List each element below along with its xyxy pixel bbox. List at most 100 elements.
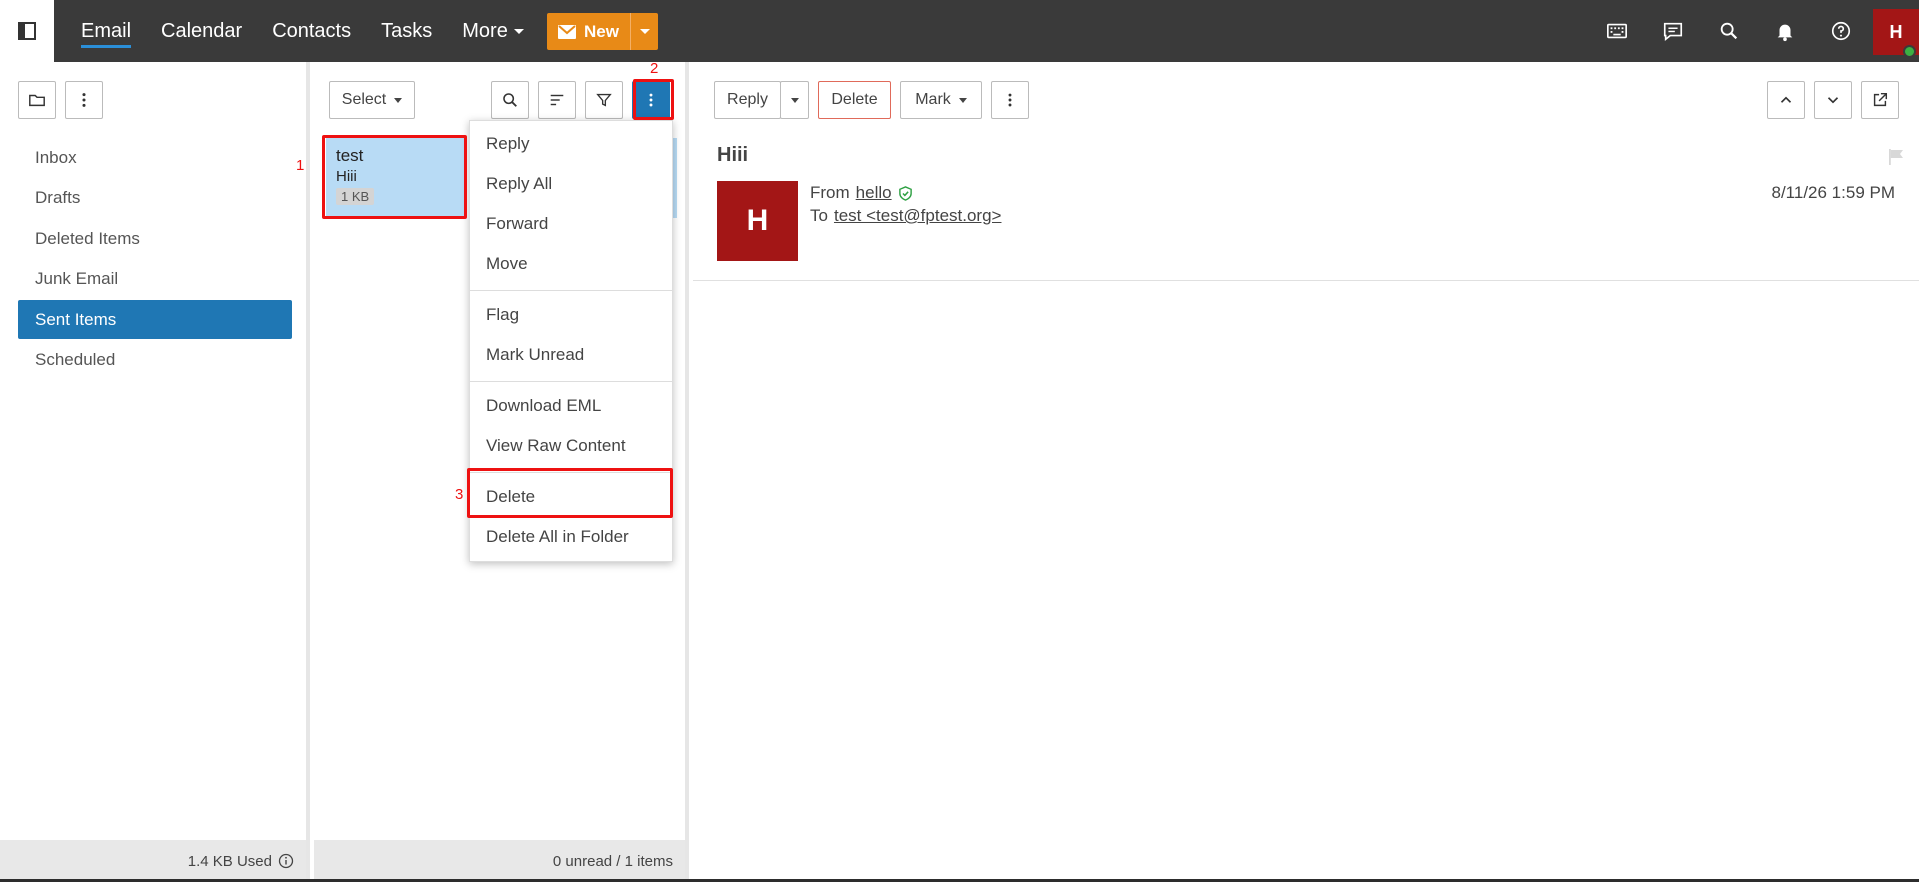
folder-item-drafts[interactable]: Drafts xyxy=(18,179,292,218)
menu-divider xyxy=(470,381,672,382)
envelope-icon xyxy=(558,24,577,39)
help-icon xyxy=(1831,21,1851,41)
chat-button[interactable] xyxy=(1645,0,1701,62)
search-button[interactable] xyxy=(1701,0,1757,62)
menu-divider xyxy=(470,290,672,291)
reading-pane: Reply Delete Mark Hiii H From hello To t… xyxy=(693,62,1919,882)
menu-item-reply-all[interactable]: Reply All xyxy=(486,174,552,194)
previous-message-button[interactable] xyxy=(1767,81,1805,119)
filter-button[interactable] xyxy=(585,81,623,119)
sidebar-toggle-button[interactable] xyxy=(0,0,54,62)
external-link-icon xyxy=(1873,92,1888,107)
delete-button-label: Delete xyxy=(831,91,878,108)
flag-icon[interactable] xyxy=(1887,148,1905,166)
search-icon xyxy=(1720,22,1738,40)
notifications-button[interactable] xyxy=(1757,0,1813,62)
menu-item-delete-all-in-folder[interactable]: Delete All in Folder xyxy=(486,527,629,547)
storage-used-label: 1.4 KB Used xyxy=(187,852,272,870)
folder-item-inbox[interactable]: Inbox xyxy=(18,138,292,177)
nav-calendar[interactable]: Calendar xyxy=(161,20,242,43)
next-message-button[interactable] xyxy=(1814,81,1852,119)
annotation-number-3: 3 xyxy=(455,486,464,503)
message-count-label: 0 unread / 1 items xyxy=(552,852,673,870)
popout-button[interactable] xyxy=(1861,81,1899,119)
to-label: To xyxy=(810,206,828,225)
nav-contacts[interactable]: Contacts xyxy=(272,20,351,43)
select-dropdown[interactable]: Select xyxy=(329,81,415,119)
new-dropdown-button[interactable] xyxy=(631,13,658,50)
online-status-dot xyxy=(1903,45,1916,58)
delete-button[interactable]: Delete xyxy=(818,81,891,119)
menu-item-reply[interactable]: Reply xyxy=(486,134,529,154)
header-divider xyxy=(693,280,1919,281)
menu-item-delete[interactable]: Delete xyxy=(486,487,535,507)
search-messages-button[interactable] xyxy=(491,81,529,119)
chevron-down-icon xyxy=(790,97,799,103)
recipient-link[interactable]: test <test@fptest.org> xyxy=(834,206,1002,226)
folder-pane: Inbox Drafts Deleted Items Junk Email Se… xyxy=(0,62,310,882)
nav-email[interactable]: Email xyxy=(81,20,132,48)
nav-more[interactable]: More xyxy=(462,20,524,43)
info-icon[interactable] xyxy=(278,853,294,869)
message-actions-menu: Reply Reply All Forward Move Flag Mark U… xyxy=(469,120,673,562)
mark-dropdown[interactable]: Mark xyxy=(900,81,982,119)
chevron-down-icon xyxy=(513,28,524,34)
reply-button-label: Reply xyxy=(727,91,768,108)
folder-item-junk-email[interactable]: Junk Email xyxy=(18,260,292,299)
mark-button-label: Mark xyxy=(915,91,951,108)
more-vertical-icon xyxy=(649,93,653,107)
bell-icon xyxy=(1777,24,1793,42)
select-label: Select xyxy=(341,91,387,108)
list-more-options-button[interactable] xyxy=(632,81,670,119)
storage-status: 1.4 KB Used xyxy=(0,840,306,882)
sender-link[interactable]: hello xyxy=(856,183,892,203)
message-more-options-button[interactable] xyxy=(991,81,1029,119)
chevron-down-icon xyxy=(639,29,650,34)
nav-tasks[interactable]: Tasks xyxy=(381,20,432,43)
help-button[interactable] xyxy=(1813,0,1869,62)
folder-item-scheduled[interactable]: Scheduled xyxy=(18,341,292,380)
sender-avatar: H xyxy=(717,181,798,261)
menu-item-download-eml[interactable]: Download EML xyxy=(486,396,601,416)
filter-icon xyxy=(596,93,612,107)
annotation-number-1: 1 xyxy=(296,157,305,174)
menu-item-move[interactable]: Move xyxy=(486,254,528,274)
reply-dropdown-button[interactable] xyxy=(780,81,809,119)
nav-more-label: More xyxy=(462,19,508,42)
from-line: From hello xyxy=(810,183,913,203)
folder-options-button[interactable] xyxy=(65,81,103,119)
menu-divider xyxy=(470,472,672,473)
sort-icon xyxy=(550,94,564,106)
message-sender: test xyxy=(336,146,364,165)
chevron-down-icon xyxy=(958,97,967,103)
chevron-down-icon xyxy=(1827,97,1839,104)
message-subject-heading: Hiii xyxy=(717,144,749,166)
menu-item-forward[interactable]: Forward xyxy=(486,214,548,234)
more-vertical-icon xyxy=(82,93,86,107)
message-list-item[interactable]: test Hiii 1 KB xyxy=(326,138,466,218)
message-date: 8/11/26 1:59 PM xyxy=(1771,183,1896,202)
verified-shield-icon xyxy=(898,185,912,201)
new-button[interactable]: New xyxy=(547,13,631,50)
chat-icon xyxy=(1663,22,1683,41)
folder-item-sent-items[interactable]: Sent Items xyxy=(18,300,292,339)
menu-item-flag[interactable]: Flag xyxy=(486,305,519,325)
folder-list: Inbox Drafts Deleted Items Junk Email Se… xyxy=(18,138,292,381)
search-icon xyxy=(503,93,517,107)
reply-button[interactable]: Reply xyxy=(714,81,781,119)
from-label: From xyxy=(810,183,850,202)
sidebar-toggle-icon xyxy=(18,22,36,40)
main-nav: Email Calendar Contacts Tasks More xyxy=(81,0,554,62)
to-line: To test <test@fptest.org> xyxy=(810,206,1001,226)
message-size-badge: 1 KB xyxy=(336,188,375,205)
keyboard-icon xyxy=(1607,23,1627,39)
message-count-status: 0 unread / 1 items xyxy=(314,840,685,882)
message-subject: Hiii xyxy=(336,168,357,185)
folder-item-deleted-items[interactable]: Deleted Items xyxy=(18,219,292,258)
menu-item-mark-unread[interactable]: Mark Unread xyxy=(486,345,584,365)
folder-icon xyxy=(29,94,45,107)
folder-button[interactable] xyxy=(18,81,56,119)
keyboard-button[interactable] xyxy=(1589,0,1645,62)
sort-button[interactable] xyxy=(538,81,576,119)
menu-item-view-raw-content[interactable]: View Raw Content xyxy=(486,436,626,456)
